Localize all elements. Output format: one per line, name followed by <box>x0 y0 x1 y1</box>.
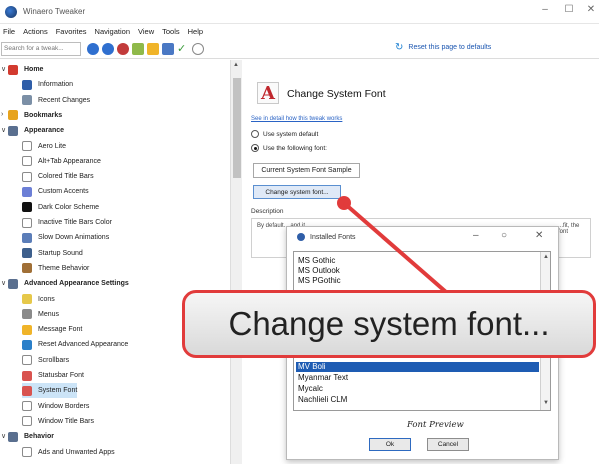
callout-text: Change system font... <box>228 305 550 342</box>
annotation-arrow <box>337 196 448 294</box>
arrow-line <box>342 201 448 294</box>
zoom-callout: Change system font... <box>182 290 596 358</box>
